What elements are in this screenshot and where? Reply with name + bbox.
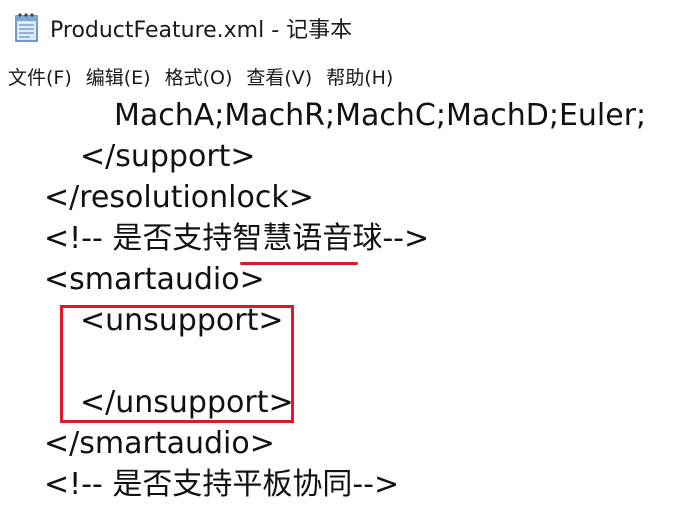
menu-format[interactable]: 格式(O) [165,63,233,90]
menu-help[interactable]: 帮助(H) [326,63,393,90]
menu-edit[interactable]: 编辑(E) [86,63,151,90]
text-editor[interactable]: MachA;MachR;MachC;MachD;Euler; </support… [0,94,700,519]
highlight-underline [240,262,358,265]
text-line: <!-- 是否支持智慧语音球--> [44,221,430,256]
text-line: </resolutionlock> [44,180,314,215]
text-line: </support> [80,139,256,174]
menu-file[interactable]: 文件(F) [8,63,72,90]
menu-view[interactable]: 查看(V) [246,63,312,90]
text-line: <smartaudio> [44,262,265,297]
text-line: </smartaudio> [44,426,275,461]
highlight-box [60,305,294,423]
menu-bar: 文件(F) 编辑(E) 格式(O) 查看(V) 帮助(H) [0,60,700,92]
window-title: ProductFeature.xml - 记事本 [50,18,353,43]
text-line: <!-- 是否支持平板协同--> [44,467,400,502]
notepad-icon [14,12,40,42]
title-bar: ProductFeature.xml - 记事本 [0,0,700,54]
text-line: MachA;MachR;MachC;MachD;Euler; [114,98,647,133]
